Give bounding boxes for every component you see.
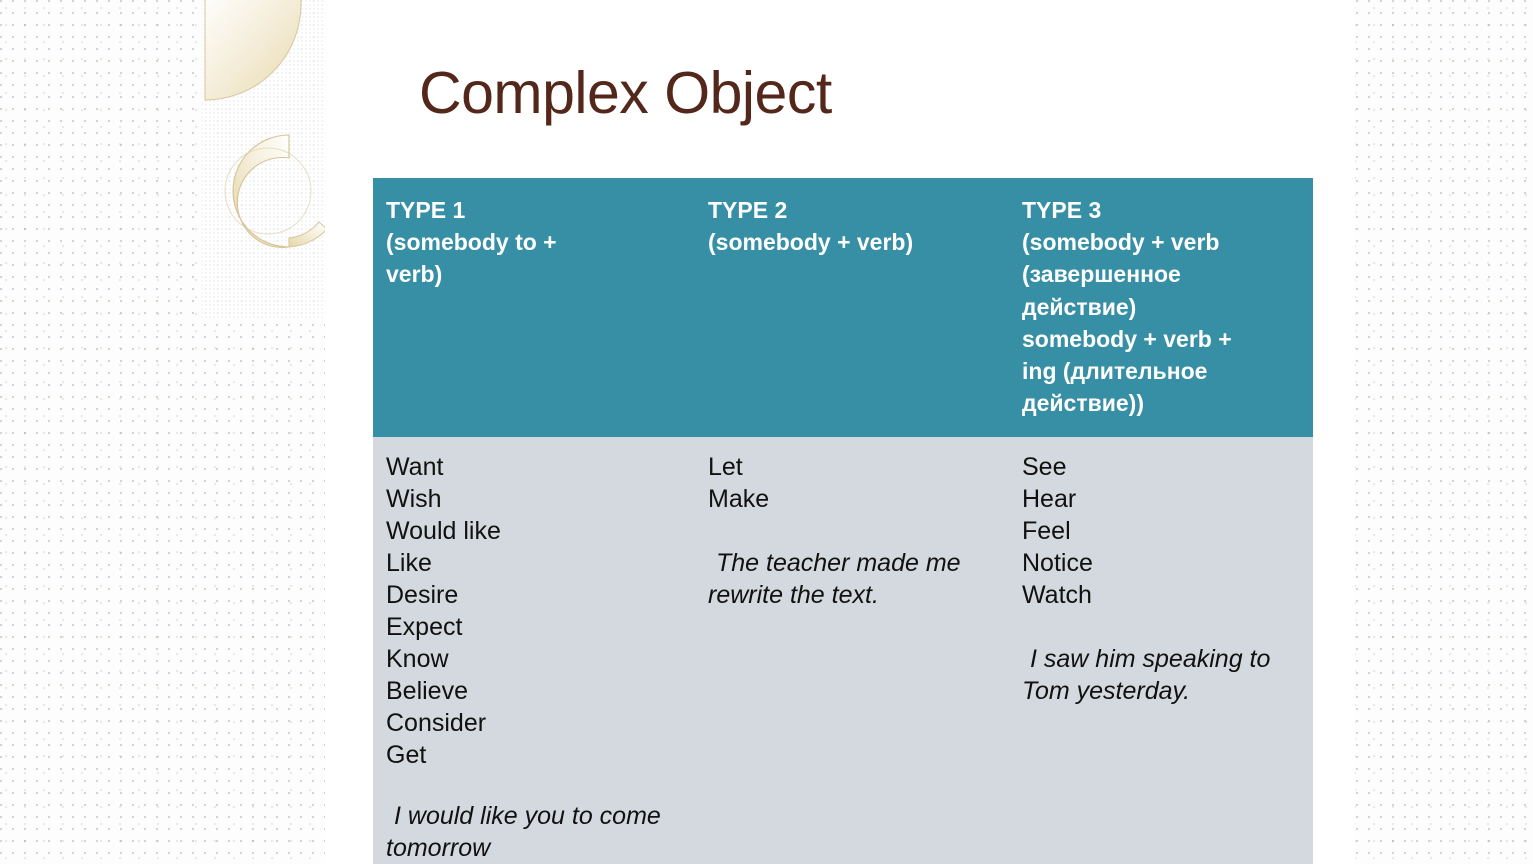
complex-object-table: TYPE 1 (somebody to + verb) TYPE 2 (some… — [373, 178, 1313, 864]
table-header-row: TYPE 1 (somebody to + verb) TYPE 2 (some… — [373, 178, 1313, 438]
type3-formula-line-5: ing (длительное — [1022, 357, 1208, 384]
list-item: Notice — [1022, 549, 1093, 578]
type1-formula-line-2: verb) — [386, 261, 443, 288]
verb-list-type-1: Want Wish Would like Like Desire Expect … — [386, 451, 681, 771]
table-row: Want Wish Would like Like Desire Expect … — [373, 437, 1313, 864]
list-item: Get — [386, 741, 427, 770]
type3-formula-line-6: действие)) — [1022, 390, 1144, 417]
column-header-type-2: TYPE 2 (somebody + verb) — [695, 178, 1009, 438]
table-body: Want Wish Would like Like Desire Expect … — [373, 437, 1313, 864]
verb-list-type-2: Let Make — [708, 451, 995, 515]
list-item: See — [1022, 453, 1067, 482]
page-title: Complex Object — [419, 60, 832, 126]
example-sentence-type-3: I saw him speaking to Tom yesterday. — [1022, 644, 1271, 705]
verb-list-type-3: See Hear Feel Notice Watch — [1022, 451, 1299, 611]
type3-formula-line-1: (somebody + verb — [1022, 229, 1220, 256]
type1-formula-line-1: (somebody to + — [386, 229, 557, 256]
column-header-type-1: TYPE 1 (somebody to + verb) — [373, 178, 695, 438]
list-item: Make — [708, 485, 770, 514]
list-item: Would like — [386, 517, 501, 546]
list-item: Wish — [386, 485, 442, 514]
presentation-slide: Complex Object TYPE 1 (somebody to + ver… — [325, 0, 1355, 864]
list-item: Hear — [1022, 485, 1077, 514]
list-item: Consider — [386, 709, 487, 738]
type3-title: TYPE 3 — [1022, 197, 1102, 223]
column-header-type-3: TYPE 3 (somebody + verb (завершенное дей… — [1009, 178, 1313, 438]
slide-canvas: Complex Object TYPE 1 (somebody to + ver… — [0, 0, 1533, 864]
list-item: Want — [386, 453, 444, 482]
column-body-type-1: Want Wish Would like Like Desire Expect … — [373, 437, 695, 864]
list-item: Desire — [386, 581, 459, 610]
decorative-swirl-ornament — [193, 0, 337, 318]
list-item: Feel — [1022, 517, 1071, 546]
example-sentence-type-2: The teacher made me rewrite the text. — [708, 548, 961, 609]
type3-formula-line-2: (завершенное — [1022, 261, 1181, 288]
list-item: Watch — [1022, 581, 1092, 610]
list-item: Know — [386, 645, 449, 674]
type3-formula-line-3: действие) — [1022, 293, 1137, 320]
type3-formula-line-4: somebody + verb + — [1022, 325, 1232, 352]
example-sentence-type-1: I would like you to come tomorrow — [386, 802, 661, 863]
list-item: Believe — [386, 677, 468, 706]
column-body-type-2: Let Make The teacher made me rewrite the… — [695, 437, 1009, 864]
list-item: Like — [386, 549, 432, 578]
column-body-type-3: See Hear Feel Notice Watch I saw him spe… — [1009, 437, 1313, 864]
type2-title: TYPE 2 — [708, 197, 788, 223]
type2-formula-line-1: (somebody + verb) — [708, 229, 914, 256]
list-item: Let — [708, 453, 743, 482]
type1-title: TYPE 1 — [386, 197, 466, 223]
list-item: Expect — [386, 613, 463, 642]
